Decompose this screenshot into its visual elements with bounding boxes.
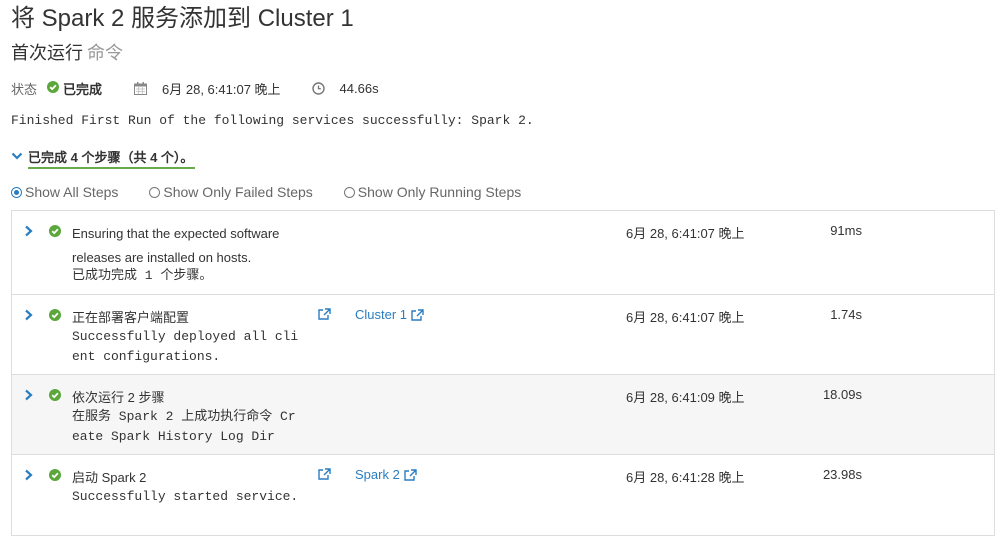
step-duration: 23.98s [822, 467, 862, 482]
table-row: 依次运行 2 步骤 在服务 Spark 2 上成功执行命令 Create Spa… [12, 375, 994, 455]
external-link-icon[interactable] [318, 467, 331, 485]
step-duration: 1.74s [830, 307, 862, 322]
clock-icon [311, 81, 325, 95]
external-link-icon[interactable] [318, 307, 331, 325]
table-row: Ensuring that the expected software rele… [12, 211, 994, 295]
step-description: Successfully started service. [72, 489, 299, 504]
calendar-icon [134, 81, 148, 95]
filter-all-steps[interactable]: Show All Steps [11, 184, 118, 200]
filter-failed-steps[interactable]: Show Only Failed Steps [149, 184, 313, 200]
steps-collapse-toggle[interactable]: 已完成 4 个步骤（共 4 个）。 [11, 145, 196, 169]
command-result-message: Finished First Run of the following serv… [11, 113, 534, 128]
chevron-right-icon[interactable] [24, 308, 33, 326]
start-time: 6月 28, 6:41:07 晚上 [162, 81, 281, 97]
step-start-time: 6月 28, 6:41:09 晚上 [626, 390, 745, 405]
radio-icon[interactable] [149, 186, 161, 198]
status-value: 已完成 [63, 81, 103, 97]
link-label[interactable]: Cluster 1 [355, 307, 407, 322]
success-check-icon [49, 388, 61, 406]
step-start-time: 6月 28, 6:41:07 晚上 [626, 226, 745, 241]
chevron-right-icon[interactable] [24, 468, 33, 486]
link-label[interactable]: Spark 2 [355, 467, 400, 482]
external-link-icon [404, 468, 417, 481]
steps-table: Ensuring that the expected software rele… [11, 210, 995, 536]
step-cluster-link[interactable]: Cluster 1 [355, 307, 424, 322]
success-check-icon [49, 468, 61, 486]
external-link-icon [411, 308, 424, 321]
duration: 44.66s [339, 80, 379, 96]
command-meta: 状态 已完成 6月 28, 6:41:07 晚上 44.66s [11, 78, 379, 98]
table-row: 正在部署客户端配置 Successfully deployed all clie… [12, 295, 994, 375]
success-check-icon [49, 308, 61, 326]
step-service-link[interactable]: Spark 2 [355, 467, 417, 482]
step-start-time: 6月 28, 6:41:28 晚上 [626, 470, 745, 485]
chevron-down-icon [11, 149, 23, 164]
command-subtitle: 首次运行 命令 [11, 39, 123, 65]
table-row: 启动 Spark 2 Successfully started service.… [12, 455, 994, 535]
steps-count-label: 已完成 4 个步骤（共 4 个）。 [28, 149, 194, 165]
status-label: 状态 [11, 81, 38, 97]
command-name: 首次运行 [11, 43, 83, 63]
step-description: 在服务 Spark 2 上成功执行命令 Create Spark History… [72, 409, 296, 444]
filter-running-label: Show Only Running Steps [357, 184, 522, 200]
filter-all-label: Show All Steps [25, 184, 119, 200]
filter-failed-label: Show Only Failed Steps [163, 184, 313, 200]
filter-running-steps[interactable]: Show Only Running Steps [343, 184, 522, 200]
step-filters: Show All Steps Show Only Failed Steps Sh… [11, 184, 521, 200]
chevron-right-icon[interactable] [24, 224, 33, 242]
step-start-time: 6月 28, 6:41:07 晚上 [626, 310, 745, 325]
success-check-icon [47, 80, 60, 96]
step-duration: 18.09s [822, 387, 862, 402]
toggle-underline [28, 167, 196, 169]
success-check-icon [49, 224, 61, 242]
step-description: 已成功完成 1 个步骤。 [72, 268, 213, 283]
page-title: 将 Spark 2 服务添加到 Cluster 1 [11, 5, 354, 32]
command-type-label: 命令 [87, 43, 123, 63]
chevron-right-icon[interactable] [24, 388, 33, 406]
step-description: Successfully deployed all client configu… [72, 329, 299, 364]
radio-selected-icon[interactable] [11, 186, 22, 198]
radio-icon[interactable] [343, 186, 355, 198]
step-name: Ensuring that the expected software rele… [72, 226, 280, 265]
step-duration: 91ms [830, 223, 862, 238]
